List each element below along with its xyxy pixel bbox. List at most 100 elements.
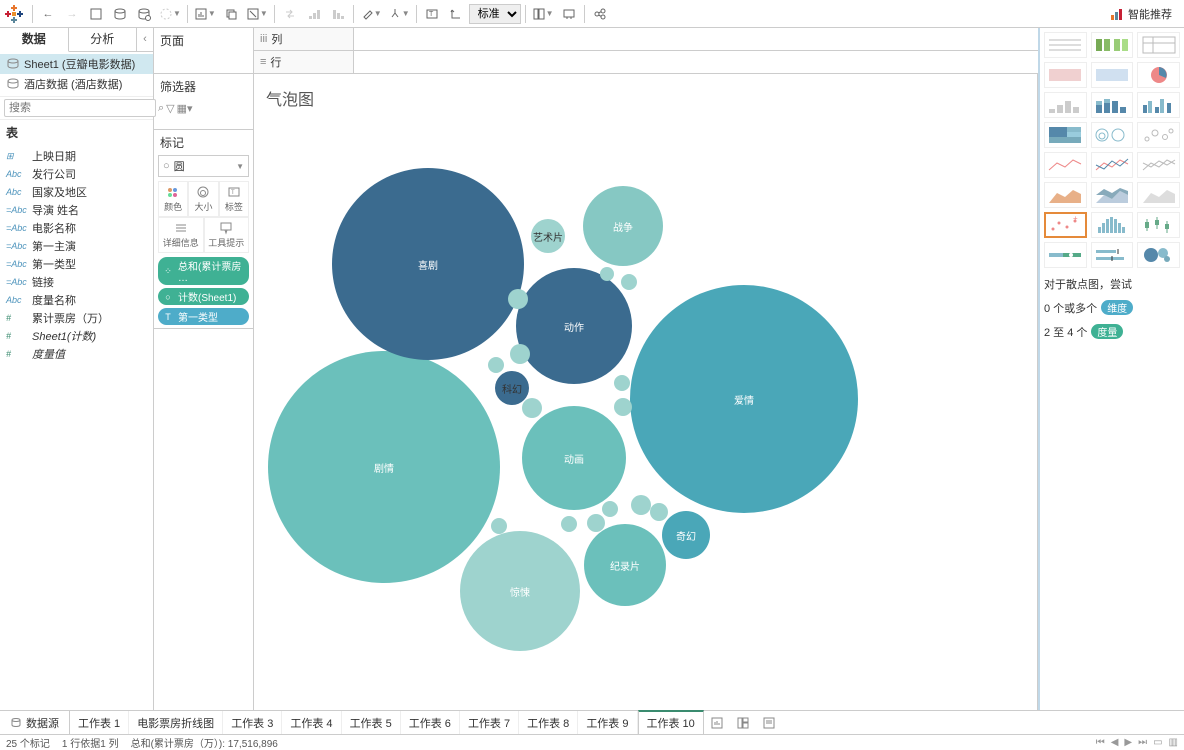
show-me-chart-type[interactable] bbox=[1044, 152, 1087, 178]
field-item[interactable]: ⊞上映日期 bbox=[0, 147, 153, 165]
tab-analysis[interactable]: 分析 bbox=[69, 28, 138, 51]
new-sheet-icon[interactable] bbox=[704, 711, 730, 734]
field-item[interactable]: Abc度量名称 bbox=[0, 291, 153, 309]
label-card[interactable]: T标签 bbox=[219, 181, 249, 217]
show-me-chart-type[interactable] bbox=[1044, 32, 1087, 58]
show-me-chart-type[interactable] bbox=[1044, 62, 1087, 88]
bubble-mark[interactable]: 动画 bbox=[522, 406, 626, 510]
show-me-chart-type[interactable] bbox=[1137, 212, 1180, 238]
show-me-chart-type[interactable] bbox=[1137, 32, 1180, 58]
bubble-mark[interactable]: 奇幻 bbox=[662, 511, 710, 559]
field-item[interactable]: =Abc导演 姓名 bbox=[0, 201, 153, 219]
datasource-item[interactable]: 酒店数据 (酒店数据) bbox=[0, 74, 153, 94]
show-me-chart-type[interactable] bbox=[1091, 212, 1134, 238]
show-me-chart-type[interactable] bbox=[1044, 242, 1087, 268]
show-cards-icon[interactable]: ▼ bbox=[530, 7, 556, 21]
duplicate-icon[interactable] bbox=[220, 3, 242, 25]
nav-last-icon[interactable]: ⏭ bbox=[1138, 737, 1147, 748]
save-icon[interactable] bbox=[85, 3, 107, 25]
datasource-item[interactable]: Sheet1 (豆瓣电影数据) bbox=[0, 54, 153, 74]
share-icon[interactable] bbox=[589, 3, 611, 25]
viz-title[interactable]: 气泡图 bbox=[266, 86, 1025, 110]
show-me-chart-type[interactable] bbox=[1091, 92, 1134, 118]
mark-pill[interactable]: T第一类型 bbox=[158, 308, 249, 325]
sheet-tab[interactable]: 工作表 9 bbox=[578, 711, 637, 734]
bubble-mark[interactable] bbox=[510, 344, 530, 364]
bubble-mark[interactable]: 科幻 bbox=[495, 371, 529, 405]
mark-pill[interactable]: ⁘总和(累计票房 … bbox=[158, 257, 249, 285]
bubble-mark[interactable] bbox=[508, 289, 528, 309]
mark-pill[interactable]: ○计数(Sheet1) bbox=[158, 288, 249, 305]
undo-dropdown[interactable]: ▼ bbox=[157, 7, 183, 21]
bubble-mark[interactable] bbox=[614, 375, 630, 391]
field-item[interactable]: #Sheet1(计数) bbox=[0, 327, 153, 345]
sheet-tab[interactable]: 工作表 10 bbox=[638, 710, 704, 734]
show-me-chart-type[interactable] bbox=[1091, 242, 1134, 268]
field-item[interactable]: Abc国家及地区 bbox=[0, 183, 153, 201]
labels-icon[interactable]: T bbox=[421, 3, 443, 25]
fix-axes-icon[interactable] bbox=[445, 3, 467, 25]
tab-data[interactable]: 数据 bbox=[0, 28, 69, 52]
sheet-tab[interactable]: 工作表 6 bbox=[401, 711, 460, 734]
bubble-mark[interactable] bbox=[491, 518, 507, 534]
sheet-tab[interactable]: 工作表 8 bbox=[519, 711, 578, 734]
color-card[interactable]: 颜色 bbox=[158, 181, 188, 217]
nav-first-icon[interactable]: ⏮ bbox=[1096, 737, 1105, 748]
field-item[interactable]: Abc发行公司 bbox=[0, 165, 153, 183]
sheet-tab[interactable]: 电影票房折线图 bbox=[129, 711, 223, 734]
new-datasource-icon[interactable] bbox=[109, 3, 131, 25]
bubble-mark[interactable]: 艺术片 bbox=[531, 219, 565, 253]
field-item[interactable]: #度量值 bbox=[0, 345, 153, 363]
sheet-tab[interactable]: 工作表 7 bbox=[460, 711, 519, 734]
clear-icon[interactable]: ▼ bbox=[244, 7, 270, 21]
bubble-mark[interactable] bbox=[522, 398, 542, 418]
show-me-chart-type[interactable]: + bbox=[1044, 212, 1087, 238]
show-me-chart-type[interactable] bbox=[1044, 92, 1087, 118]
show-me-chart-type[interactable] bbox=[1137, 182, 1180, 208]
filters-shelf[interactable]: 筛选器 bbox=[154, 74, 253, 130]
fit-select[interactable]: 标准 bbox=[469, 4, 521, 24]
sheet-tab[interactable]: 工作表 4 bbox=[282, 711, 341, 734]
viz-canvas[interactable]: 气泡图 剧情爱情喜剧动作动画惊悚纪录片战争科幻艺术片奇幻 bbox=[254, 74, 1038, 710]
bubble-mark[interactable] bbox=[602, 501, 618, 517]
bubble-mark[interactable] bbox=[650, 503, 668, 521]
layout-icon[interactable]: ▥ bbox=[1169, 737, 1178, 748]
bubble-mark[interactable]: 爱情 bbox=[630, 285, 858, 513]
bubble-mark[interactable] bbox=[561, 516, 577, 532]
field-item[interactable]: =Abc第一类型 bbox=[0, 255, 153, 273]
field-item[interactable]: #累计票房（万） bbox=[0, 309, 153, 327]
show-me-chart-type[interactable] bbox=[1137, 242, 1180, 268]
sheet-tab[interactable]: 工作表 1 bbox=[70, 711, 129, 734]
bubble-mark[interactable] bbox=[614, 398, 632, 416]
highlight-icon[interactable]: ▼ bbox=[358, 7, 384, 21]
bubble-mark[interactable] bbox=[600, 267, 614, 281]
field-item[interactable]: =Abc电影名称 bbox=[0, 219, 153, 237]
show-me-chart-type[interactable] bbox=[1137, 122, 1180, 148]
show-me-button[interactable]: 智能推荐 bbox=[1102, 6, 1180, 22]
show-me-chart-type[interactable] bbox=[1091, 122, 1134, 148]
zoom-icon[interactable]: ▭ bbox=[1153, 737, 1162, 748]
show-me-chart-type[interactable] bbox=[1091, 32, 1134, 58]
field-item[interactable]: =Abc第一主演 bbox=[0, 237, 153, 255]
show-me-chart-type[interactable] bbox=[1091, 62, 1134, 88]
nav-prev-icon[interactable]: ◀ bbox=[1111, 737, 1119, 748]
detail-card[interactable]: 详细信息 bbox=[158, 217, 204, 253]
sheet-tab[interactable]: 工作表 3 bbox=[223, 711, 282, 734]
tooltip-card[interactable]: 工具提示 bbox=[204, 217, 250, 253]
bubble-mark[interactable]: 战争 bbox=[583, 186, 663, 266]
data-source-tab[interactable]: 数据源 bbox=[0, 711, 70, 734]
group-icon[interactable]: ▼ bbox=[386, 7, 412, 21]
bubble-mark[interactable] bbox=[587, 514, 605, 532]
bubble-mark[interactable]: 惊悚 bbox=[460, 531, 580, 651]
pages-shelf[interactable]: 页面 bbox=[154, 28, 253, 74]
autosave-icon[interactable] bbox=[133, 3, 155, 25]
show-me-chart-type[interactable] bbox=[1091, 182, 1134, 208]
show-me-chart-type[interactable] bbox=[1091, 152, 1134, 178]
bubble-mark[interactable] bbox=[631, 495, 651, 515]
forward-icon[interactable]: → bbox=[61, 3, 83, 25]
show-me-chart-type[interactable] bbox=[1137, 152, 1180, 178]
bubble-mark[interactable]: 纪录片 bbox=[584, 524, 666, 606]
bubble-mark[interactable] bbox=[488, 357, 504, 373]
search-input[interactable] bbox=[4, 99, 156, 117]
size-card[interactable]: 大小 bbox=[188, 181, 218, 217]
